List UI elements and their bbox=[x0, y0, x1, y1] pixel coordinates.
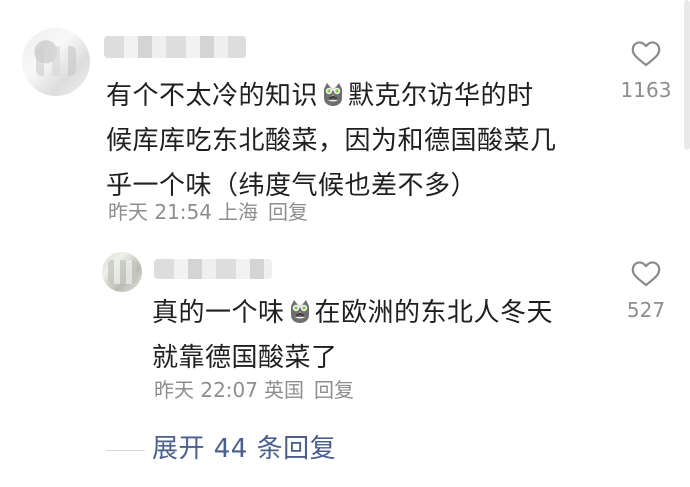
reply-button[interactable]: 回复 bbox=[268, 200, 308, 224]
username-blurred bbox=[154, 259, 272, 279]
comment-meta: 昨天 21:54 上海 回复 bbox=[108, 198, 308, 226]
username-blurred bbox=[104, 36, 246, 58]
comment-text-part-1: 有个不太冷的知识 bbox=[106, 81, 319, 111]
expand-replies-label[interactable]: 展开 44 条回复 bbox=[152, 431, 336, 467]
cat-emoji-icon bbox=[290, 300, 309, 323]
comment-time: 昨天 21:54 bbox=[108, 200, 212, 224]
reply-location: 英国 bbox=[264, 378, 304, 402]
like-button[interactable]: 1163 bbox=[609, 38, 683, 102]
like-button[interactable]: 527 bbox=[609, 258, 683, 322]
reply-meta: 昨天 22:07 英国 回复 bbox=[154, 376, 354, 404]
avatar[interactable] bbox=[22, 28, 90, 96]
expand-replies[interactable]: 展开 44 条回复 bbox=[106, 429, 366, 469]
like-count: 1163 bbox=[620, 78, 672, 102]
like-count: 527 bbox=[626, 298, 666, 322]
heart-icon bbox=[631, 41, 661, 67]
comment-text: 有个不太冷的知识 默克尔访华的时 候库库吃东北酸菜，因为和德国酸菜几 乎一个味（… bbox=[106, 74, 576, 209]
reply-time: 昨天 22:07 bbox=[154, 378, 258, 402]
scrollbar[interactable] bbox=[684, 0, 690, 150]
reply-button[interactable]: 回复 bbox=[314, 378, 354, 402]
reply-text-part-1: 真的一个味 bbox=[152, 298, 285, 328]
cat-emoji-icon bbox=[324, 83, 343, 106]
heart-icon bbox=[631, 261, 661, 287]
comment-location: 上海 bbox=[218, 200, 258, 224]
reply-text: 真的一个味 在欧洲的东北人冬天 就靠德国酸菜了 bbox=[152, 291, 582, 381]
divider-line bbox=[106, 450, 145, 451]
avatar[interactable] bbox=[102, 252, 142, 292]
